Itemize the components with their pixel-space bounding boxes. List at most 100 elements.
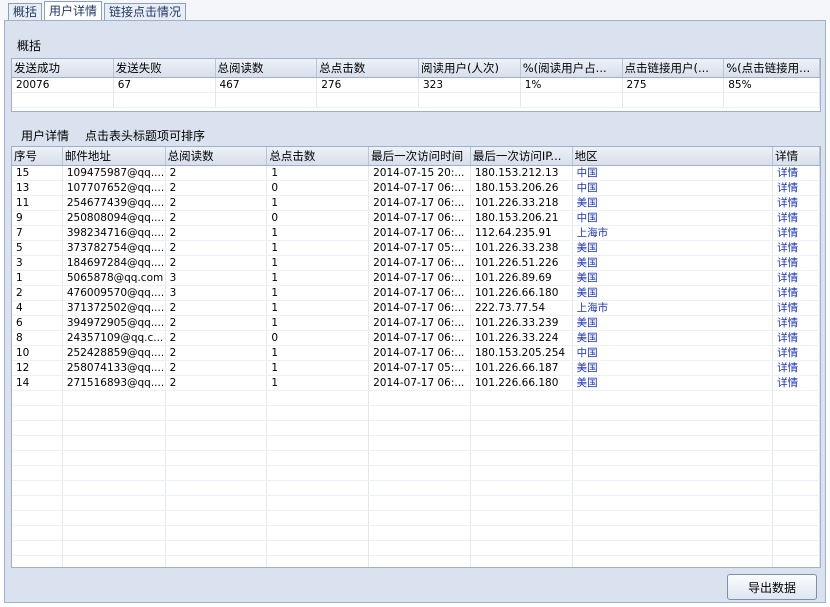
table-cell: 1 xyxy=(267,256,370,270)
summary-column-header[interactable]: 发送失败 xyxy=(114,59,216,77)
table-cell: 2 xyxy=(166,181,268,195)
table-cell: 0 xyxy=(267,331,370,345)
table-cell: 1 xyxy=(267,376,370,390)
region-cell: 上海市 xyxy=(573,226,774,240)
empty-cell xyxy=(573,391,774,405)
table-row[interactable]: 14 271516893@qq.... 2 1 2014-07-17 06:... 101… xyxy=(12,376,820,391)
detail-link[interactable]: 详情 xyxy=(773,166,820,180)
empty-cell xyxy=(12,451,63,465)
table-row[interactable]: 12 258074133@qq.... 2 1 2014-07-17 05:... 101… xyxy=(12,361,820,376)
details-column-header[interactable]: 最后一次访问IP... xyxy=(471,147,573,165)
details-column-header[interactable]: 详情 xyxy=(773,147,820,165)
details-column-header[interactable]: 邮件地址 xyxy=(63,147,166,165)
empty-cell xyxy=(63,466,166,480)
table-cell: 101.226.33.239 xyxy=(471,316,573,330)
detail-link[interactable]: 详情 xyxy=(773,376,820,390)
empty-cell xyxy=(773,496,820,510)
detail-link[interactable]: 详情 xyxy=(773,331,820,345)
table-row[interactable]: 2 476009570@qq.... 3 1 2014-07-17 06:... 101.… xyxy=(12,286,820,301)
table-cell: 2014-07-17 06:... xyxy=(369,376,471,390)
region-cell: 美国 xyxy=(573,286,774,300)
detail-link[interactable]: 详情 xyxy=(773,361,820,375)
table-row[interactable]: 1 5065878@qq.com 3 1 2014-07-17 06:... 101.22… xyxy=(12,271,820,286)
summary-empty-cell xyxy=(724,93,820,107)
summary-column-header[interactable]: 阅读用户(人次) xyxy=(419,59,521,77)
table-row[interactable]: 11 254677439@qq.... 2 1 2014-07-17 06:... 101… xyxy=(12,196,820,211)
empty-cell xyxy=(573,481,774,495)
table-row[interactable]: 10 252428859@qq.... 2 1 2014-07-17 06:... 180… xyxy=(12,346,820,361)
details-column-header[interactable]: 最后一次访问时间 xyxy=(369,147,471,165)
detail-link[interactable]: 详情 xyxy=(773,211,820,225)
detail-link[interactable]: 详情 xyxy=(773,346,820,360)
table-row[interactable]: 8 24357109@qq.c... 2 0 2014-07-17 06:... 101.… xyxy=(12,331,820,346)
detail-link[interactable]: 详情 xyxy=(773,271,820,285)
summary-empty-cell xyxy=(521,93,623,107)
detail-link[interactable]: 详情 xyxy=(773,256,820,270)
empty-row xyxy=(12,511,820,526)
table-cell: 24357109@qq.c... xyxy=(63,331,166,345)
table-row[interactable]: 6 394972905@qq.... 2 1 2014-07-17 06:... 101.… xyxy=(12,316,820,331)
summary-cell: 67 xyxy=(114,78,216,92)
empty-cell xyxy=(267,526,370,540)
table-cell: 2014-07-17 06:... xyxy=(369,196,471,210)
empty-cell xyxy=(573,496,774,510)
summary-column-header[interactable]: %(点击链接用... xyxy=(724,59,820,77)
empty-row xyxy=(12,466,820,481)
summary-cell: 20076 xyxy=(12,78,114,92)
detail-link[interactable]: 详情 xyxy=(773,301,820,315)
region-cell: 美国 xyxy=(573,316,774,330)
summary-column-header[interactable]: 总阅读数 xyxy=(216,59,318,77)
summary-column-header[interactable]: 发送成功 xyxy=(12,59,114,77)
summary-column-header[interactable]: 点击链接用户(... xyxy=(623,59,725,77)
empty-cell xyxy=(267,391,370,405)
empty-cell xyxy=(63,556,166,567)
export-data-button[interactable]: 导出数据 xyxy=(727,574,817,600)
empty-cell xyxy=(267,511,370,525)
table-cell: 2 xyxy=(166,256,268,270)
table-cell: 5065878@qq.com xyxy=(63,271,166,285)
empty-cell xyxy=(63,496,166,510)
table-row[interactable]: 7 398234716@qq.... 2 1 2014-07-17 06:... 112.… xyxy=(12,226,820,241)
detail-link[interactable]: 详情 xyxy=(773,241,820,255)
summary-column-header[interactable]: %(阅读用户占... xyxy=(521,59,623,77)
summary-section-title: 概括 xyxy=(17,39,42,53)
tab-link-clicks[interactable]: 链接点击情况 xyxy=(104,3,187,20)
table-row[interactable]: 5 373782754@qq.... 2 1 2014-07-17 05:... 101.… xyxy=(12,241,820,256)
table-row[interactable]: 3 184697284@qq.... 2 1 2014-07-17 06:... 101.… xyxy=(12,256,820,271)
region-cell: 美国 xyxy=(573,361,774,375)
table-row[interactable]: 13 107707652@qq.... 2 0 2014-07-17 06:... 180… xyxy=(12,181,820,196)
tab-user-details[interactable]: 用户详情 xyxy=(44,1,103,20)
details-column-header[interactable]: 总阅读数 xyxy=(166,147,268,165)
table-row[interactable]: 15 109475987@qq.... 2 1 2014-07-15 20:... 180… xyxy=(12,166,820,181)
summary-column-header[interactable]: 总点击数 xyxy=(317,59,419,77)
details-column-header[interactable]: 序号 xyxy=(12,147,63,165)
table-cell: 180.153.206.26 xyxy=(471,181,573,195)
table-cell: 2014-07-17 06:... xyxy=(369,286,471,300)
table-cell: 180.153.206.21 xyxy=(471,211,573,225)
table-cell: 0 xyxy=(267,181,370,195)
region-cell: 美国 xyxy=(573,196,774,210)
detail-link[interactable]: 详情 xyxy=(773,316,820,330)
detail-link[interactable]: 详情 xyxy=(773,226,820,240)
details-column-header[interactable]: 总点击数 xyxy=(267,147,370,165)
empty-row xyxy=(12,451,820,466)
empty-cell xyxy=(267,421,370,435)
detail-link[interactable]: 详情 xyxy=(773,196,820,210)
empty-cell xyxy=(471,511,573,525)
table-cell: 2 xyxy=(166,316,268,330)
table-cell: 1 xyxy=(267,286,370,300)
detail-link[interactable]: 详情 xyxy=(773,181,820,195)
empty-row xyxy=(12,526,820,541)
table-row[interactable]: 9 250808094@qq.... 2 0 2014-07-17 06:... 180.… xyxy=(12,211,820,226)
region-cell: 美国 xyxy=(573,331,774,345)
empty-cell xyxy=(773,481,820,495)
table-row[interactable]: 4 371372502@qq.... 2 1 2014-07-17 06:... 222.… xyxy=(12,301,820,316)
empty-cell xyxy=(369,466,471,480)
details-header-row: 序号 邮件地址 总阅读数 总点击数 最后一次访问时间 最后一次访问IP... 地区 详情 xyxy=(12,147,820,166)
details-column-header[interactable]: 地区 xyxy=(573,147,774,165)
empty-cell xyxy=(773,541,820,555)
tab-summary[interactable]: 概括 xyxy=(8,3,43,20)
table-cell: 3 xyxy=(166,286,268,300)
empty-cell xyxy=(573,406,774,420)
detail-link[interactable]: 详情 xyxy=(773,286,820,300)
